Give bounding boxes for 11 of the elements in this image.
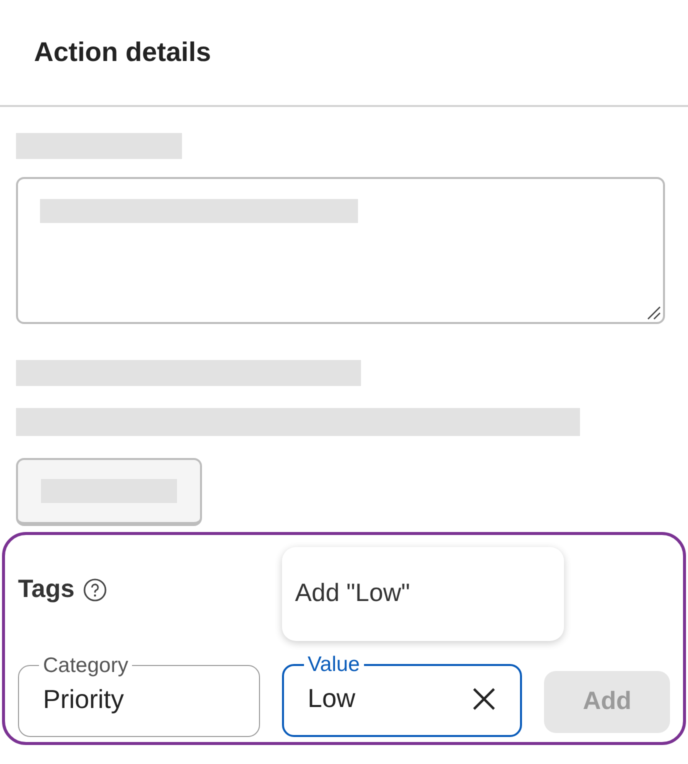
- help-icon[interactable]: [82, 578, 106, 602]
- resize-handle-icon: [647, 306, 661, 320]
- text-field[interactable]: Value Low: [282, 652, 522, 736]
- close-icon[interactable]: [472, 686, 496, 710]
- section-label: Tags: [18, 574, 74, 605]
- field-value: Low: [308, 682, 356, 715]
- field-label: Category: [42, 654, 130, 678]
- field-value: Priority: [43, 683, 125, 716]
- suggestion-menu-item[interactable]: Add "Low": [282, 547, 564, 641]
- field-label: Value: [306, 652, 361, 676]
- panel-title: Action details: [34, 36, 212, 70]
